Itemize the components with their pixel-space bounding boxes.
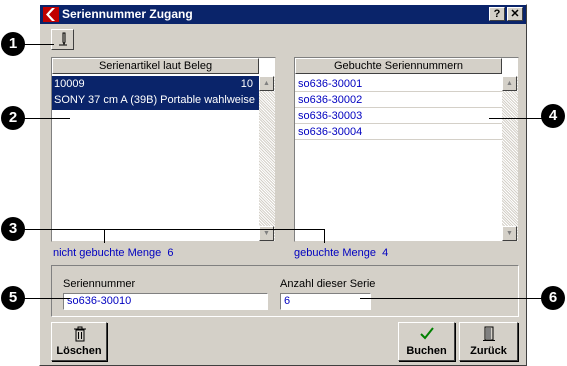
callout-line-3b <box>324 229 325 243</box>
not-booked-value: 6 <box>167 247 174 259</box>
booked-serials-list[interactable]: Gebuchte Seriennummern so636-30001 so636… <box>294 57 519 242</box>
callout-line-1 <box>24 44 54 45</box>
back-label: Zurück <box>470 345 507 357</box>
app-logo-icon <box>43 7 59 22</box>
booked-serials-header[interactable]: Gebuchte Seriennummern <box>295 58 502 74</box>
booked-serial-row[interactable]: so636-30001 <box>295 76 503 92</box>
delete-button[interactable]: Löschen <box>51 322 107 361</box>
booked-serial-row[interactable]: so636-30004 <box>295 124 503 140</box>
callout-badge: 1 <box>1 32 25 56</box>
serial-articles-list[interactable]: Serienartikel laut Beleg 10009 10 SONY 3… <box>51 57 276 242</box>
callout-badge: 3 <box>1 217 25 241</box>
article-number: 10009 <box>54 78 85 90</box>
serial-articles-header[interactable]: Serienartikel laut Beleg <box>52 58 259 74</box>
callout-line-2 <box>24 118 70 119</box>
pen-icon <box>59 32 67 46</box>
serial-input-value: so636-30010 <box>67 295 132 307</box>
callout-badge: 2 <box>1 106 25 130</box>
back-button[interactable]: Zurück <box>459 322 518 361</box>
article-description: SONY 37 cm A (39B) Portable wahlweise <box>54 94 255 106</box>
delete-label: Löschen <box>56 345 102 357</box>
count-label: Anzahl dieser Serie <box>280 278 376 290</box>
book-button[interactable]: Buchen <box>398 322 455 361</box>
callout-line-6 <box>360 298 544 299</box>
right-list-scrollbar[interactable]: ▲ ▼ <box>502 76 518 241</box>
scroll-down-arrow-icon[interactable]: ▼ <box>502 226 517 241</box>
exit-door-icon <box>483 326 495 341</box>
help-button[interactable]: ? <box>489 7 505 21</box>
serial-intake-dialog: Seriennummer Zugang ? ✕ Serienartikel la… <box>39 4 527 366</box>
callout-line-4 <box>489 118 544 119</box>
callout-line-5 <box>24 298 70 299</box>
booked-serial-row[interactable]: so636-30002 <box>295 92 503 108</box>
close-button[interactable]: ✕ <box>507 7 523 21</box>
count-input-value: 6 <box>284 295 291 307</box>
scroll-up-arrow-icon[interactable]: ▲ <box>502 76 517 91</box>
window-title: Seriennummer Zugang <box>62 7 193 21</box>
scroll-up-arrow-icon[interactable]: ▲ <box>259 76 274 91</box>
left-list-scrollbar[interactable]: ▲ ▼ <box>259 76 275 241</box>
checkmark-icon <box>420 327 434 340</box>
book-label: Buchen <box>406 345 447 357</box>
title-bar: Seriennummer Zugang ? ✕ <box>40 5 526 24</box>
callout-line-3a <box>104 229 105 243</box>
booked-quantity: gebuchte Menge 4 <box>294 247 388 259</box>
callout-badge: 4 <box>541 104 565 128</box>
serial-input[interactable]: so636-30010 <box>63 293 268 310</box>
not-booked-label: nicht gebuchte Menge <box>53 247 162 259</box>
trash-icon <box>74 326 86 342</box>
booked-serial-row[interactable]: so636-30003 <box>295 108 503 124</box>
callout-badge: 6 <box>541 286 565 310</box>
booked-value: 4 <box>382 247 389 259</box>
count-input[interactable]: 6 <box>280 293 371 310</box>
selected-article-row[interactable]: 10009 10 SONY 37 cm A (39B) Portable wah… <box>52 76 259 110</box>
booked-label: gebuchte Menge <box>294 247 376 259</box>
serial-label: Seriennummer <box>63 278 136 290</box>
article-quantity: 10 <box>240 78 253 90</box>
not-booked-quantity: nicht gebuchte Menge 6 <box>53 247 174 259</box>
serial-input-group: Seriennummer so636-30010 Anzahl dieser S… <box>51 265 519 317</box>
callout-badge: 5 <box>1 286 25 310</box>
callout-line-3 <box>24 229 324 230</box>
edit-tool-button[interactable] <box>51 29 74 50</box>
